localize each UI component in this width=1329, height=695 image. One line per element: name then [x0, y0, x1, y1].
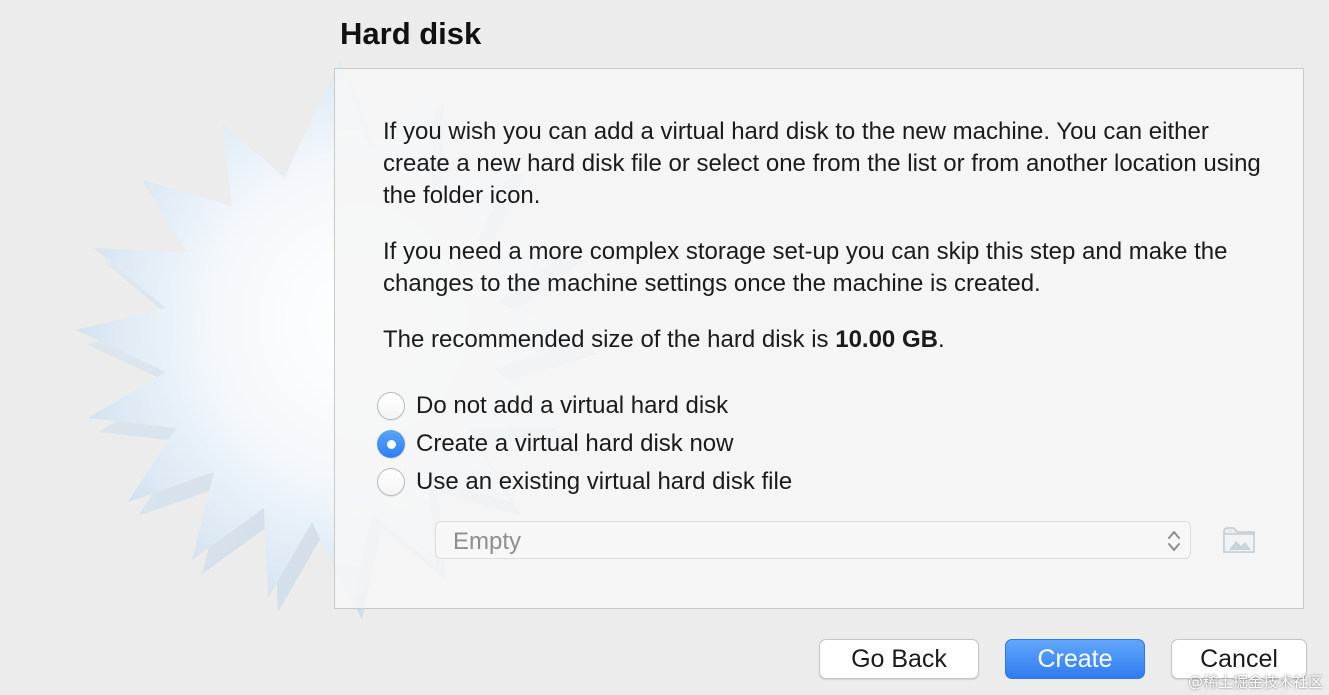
- choose-disk-folder-button[interactable]: [1221, 521, 1257, 557]
- option-create-disk[interactable]: Create a virtual hard disk now: [377, 427, 733, 461]
- watermark-text: @稀土掘金技术社区: [1187, 673, 1323, 691]
- description-paragraph-2: If you need a more complex storage set-u…: [383, 238, 1228, 297]
- create-button[interactable]: Create: [1005, 639, 1145, 679]
- hard-disk-panel: If you wish you can add a virtual hard d…: [334, 68, 1304, 609]
- option-label[interactable]: Do not add a virtual hard disk: [416, 392, 728, 420]
- recommended-size-suffix: .: [937, 326, 945, 353]
- chevron-updown-icon: [1166, 528, 1182, 554]
- radio-button[interactable]: [377, 392, 405, 420]
- page-title: Hard disk: [340, 16, 482, 51]
- option-label[interactable]: Use an existing virtual hard disk file: [416, 468, 792, 496]
- recommended-size-value: 10.00 GB: [835, 326, 938, 353]
- go-back-button[interactable]: Go Back: [819, 639, 979, 679]
- option-existing-disk[interactable]: Use an existing virtual hard disk file: [377, 465, 792, 499]
- option-label[interactable]: Create a virtual hard disk now: [416, 430, 733, 458]
- disk-select-value: Empty: [453, 528, 522, 555]
- radio-button[interactable]: [377, 468, 405, 496]
- option-no-disk[interactable]: Do not add a virtual hard disk: [377, 389, 728, 423]
- folder-icon: [1221, 527, 1257, 561]
- description-paragraph-1: If you wish you can add a virtual hard d…: [383, 118, 1261, 209]
- recommended-size-text: The recommended size of the hard disk is…: [383, 324, 1273, 356]
- existing-disk-select[interactable]: Empty: [435, 521, 1191, 559]
- radio-button[interactable]: [377, 430, 405, 458]
- recommended-size-prefix: The recommended size of the hard disk is: [383, 326, 836, 353]
